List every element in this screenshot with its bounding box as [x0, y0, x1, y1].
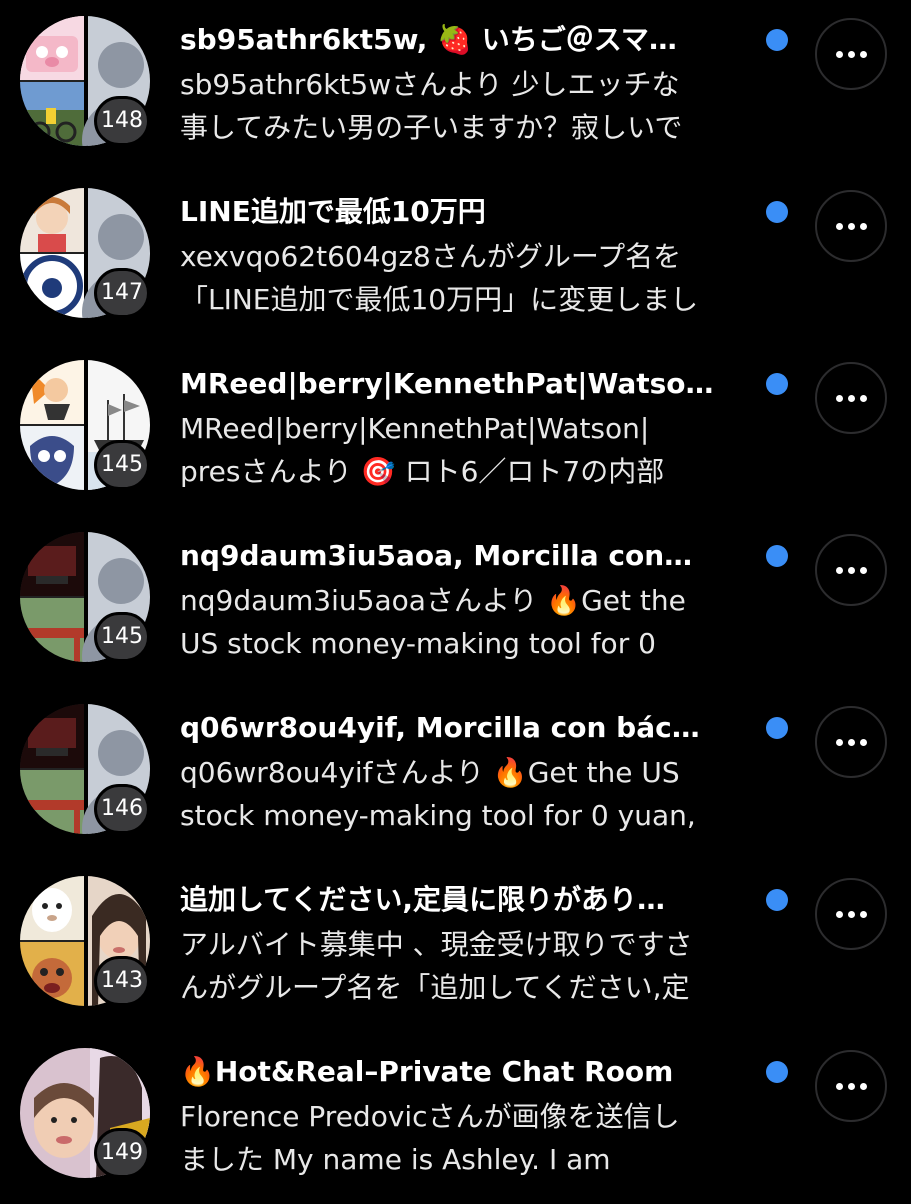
conversation-title: LINE追加で最低10万円 — [180, 195, 486, 228]
conversation-list: 148 sb95athr6kt5w, 🍓 いちご＠スマ… sb95athr6kt… — [0, 0, 911, 1200]
conversation-row[interactable]: 146 q06wr8ou4yif, Morcilla con bác… q06w… — [0, 688, 911, 860]
preview-line: presさんより 🎯 ロト6／ロト7の内部 — [180, 455, 665, 488]
avatar-image — [20, 188, 84, 252]
more-options-button[interactable] — [815, 362, 887, 434]
more-horizontal-icon — [835, 1082, 867, 1090]
conversation-row[interactable]: 145 nq9daum3iu5aoa, Morcilla con… nq9dau… — [0, 516, 911, 688]
unread-dot-icon — [766, 1061, 788, 1083]
more-options-button[interactable] — [815, 18, 887, 90]
conversation-preview: nq9daum3iu5aoaさんより 🔥Get the US stock mon… — [180, 579, 780, 665]
conversation-row[interactable]: 143 追加してください,定員に限りがあり… アルバイト募集中 、現金受け取りで… — [0, 860, 911, 1032]
avatar-image — [20, 598, 84, 662]
preview-line: sb95athr6kt5wさんより 少しエッチな — [180, 68, 680, 101]
preview-line: 事してみたい男の子いますか？寂しいで — [180, 111, 683, 144]
avatar-image — [20, 770, 84, 834]
conversation-title: q06wr8ou4yif, Morcilla con bác… — [180, 711, 700, 744]
more-options-button[interactable] — [815, 534, 887, 606]
member-count-badge: 148 — [94, 96, 150, 146]
avatar-image — [20, 16, 84, 80]
more-horizontal-icon — [835, 222, 867, 230]
avatar-image — [20, 82, 84, 146]
unread-dot-icon — [766, 201, 788, 223]
preview-line: ました My name is Ashley. I am — [180, 1143, 611, 1176]
preview-line: 「LINE追加で最低10万円」に変更しまし — [180, 283, 699, 316]
conversation-title: MReed|berry|KennethPat|Watso… — [180, 367, 714, 400]
conversation-title: 🔥Hot&Real–Private Chat Room — [180, 1055, 674, 1088]
person-head — [98, 214, 144, 260]
member-count-badge: 145 — [94, 612, 150, 662]
more-horizontal-icon — [835, 50, 867, 58]
conversation-row[interactable]: 145 MReed|berry|KennethPat|Watso… MReed|… — [0, 344, 911, 516]
unread-dot-icon — [766, 717, 788, 739]
conversation-row[interactable]: 148 sb95athr6kt5w, 🍓 いちご＠スマ… sb95athr6kt… — [0, 0, 911, 172]
member-count-badge: 145 — [94, 440, 150, 490]
more-options-button[interactable] — [815, 190, 887, 262]
conversation-preview: xexvqo62t604gz8さんがグループ名を 「LINE追加で最低10万円」… — [180, 235, 780, 321]
conversation-title: sb95athr6kt5w, 🍓 いちご＠スマ… — [180, 23, 677, 56]
conversation-preview: アルバイト募集中 、現金受け取りですさ んがグループ名を「追加してください,定 — [180, 923, 780, 1009]
avatar-image — [20, 876, 84, 940]
preview-line: US stock money-making tool for 0 — [180, 627, 656, 660]
member-count-badge: 147 — [94, 268, 150, 318]
avatar-image — [20, 254, 84, 318]
conversation-preview: MReed|berry|KennethPat|Watson| presさんより … — [180, 407, 780, 493]
preview-line: んがグループ名を「追加してください,定 — [180, 971, 690, 1004]
conversation-preview: sb95athr6kt5wさんより 少しエッチな 事してみたい男の子いますか？寂… — [180, 63, 780, 149]
member-count-badge: 143 — [94, 956, 150, 1006]
avatar-image — [20, 704, 84, 768]
more-horizontal-icon — [835, 738, 867, 746]
preview-line: q06wr8ou4yifさんより 🔥Get the US — [180, 756, 680, 789]
avatar-image — [20, 360, 84, 424]
avatar-image — [20, 942, 84, 1006]
preview-line: アルバイト募集中 、現金受け取りですさ — [180, 928, 693, 961]
preview-line: Florence Predovicさんが画像を送信し — [180, 1100, 680, 1133]
person-head — [98, 42, 144, 88]
more-options-button[interactable] — [815, 1050, 887, 1122]
more-horizontal-icon — [835, 566, 867, 574]
conversation-title: 追加してください,定員に限りがあり… — [180, 883, 665, 916]
unread-dot-icon — [766, 373, 788, 395]
avatar-image — [20, 532, 84, 596]
more-options-button[interactable] — [815, 878, 887, 950]
more-options-button[interactable] — [815, 706, 887, 778]
conversation-preview: Florence Predovicさんが画像を送信し ました My name i… — [180, 1095, 780, 1181]
avatar-image — [20, 426, 84, 490]
person-head — [98, 558, 144, 604]
member-count-badge: 146 — [94, 784, 150, 834]
more-horizontal-icon — [835, 910, 867, 918]
unread-dot-icon — [766, 29, 788, 51]
conversation-row[interactable]: 147 LINE追加で最低10万円 xexvqo62t604gz8さんがグループ… — [0, 172, 911, 344]
person-head — [98, 730, 144, 776]
preview-line: nq9daum3iu5aoaさんより 🔥Get the — [180, 584, 686, 617]
preview-line: MReed|berry|KennethPat|Watson| — [180, 412, 650, 445]
more-horizontal-icon — [835, 394, 867, 402]
preview-line: xexvqo62t604gz8さんがグループ名を — [180, 240, 682, 273]
member-count-badge: 149 — [94, 1128, 150, 1178]
conversation-title: nq9daum3iu5aoa, Morcilla con… — [180, 539, 693, 572]
preview-line: stock money-making tool for 0 yuan, — [180, 799, 696, 832]
conversation-row[interactable]: 149 🔥Hot&Real–Private Chat Room Florence… — [0, 1032, 911, 1204]
unread-dot-icon — [766, 545, 788, 567]
conversation-preview: q06wr8ou4yifさんより 🔥Get the US stock money… — [180, 751, 780, 837]
unread-dot-icon — [766, 889, 788, 911]
